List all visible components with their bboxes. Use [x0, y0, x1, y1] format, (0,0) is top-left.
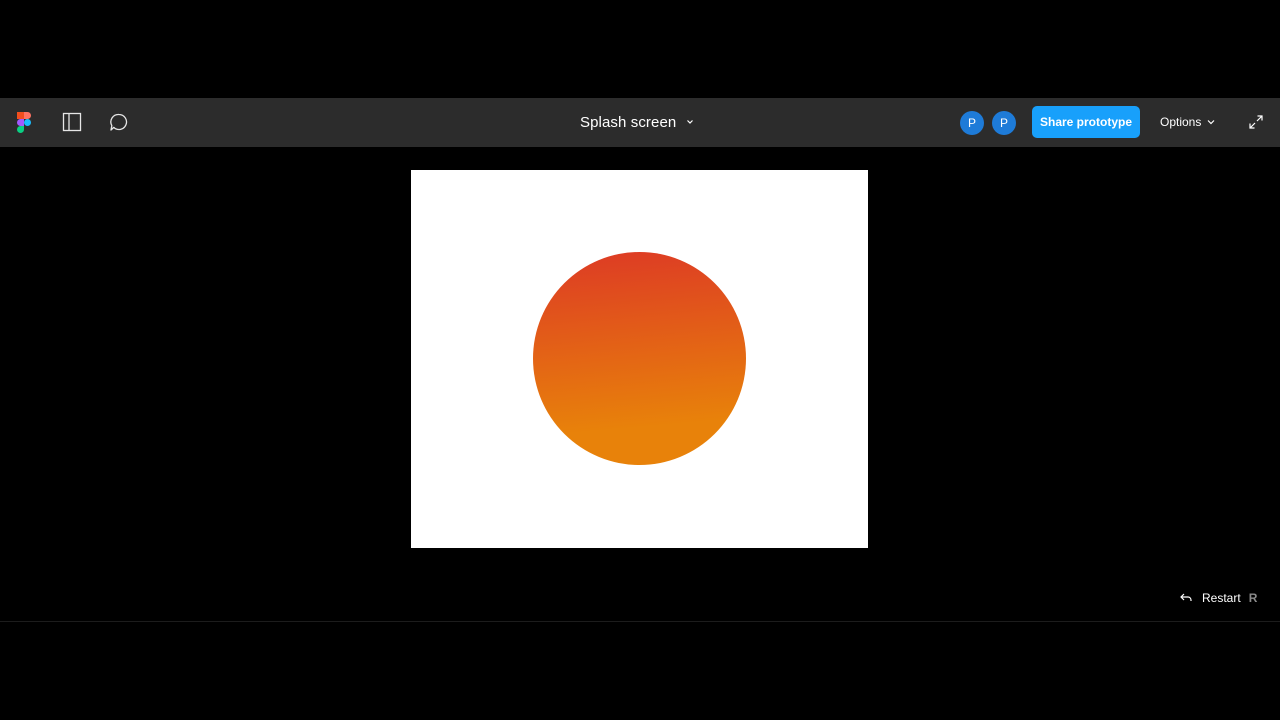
- sidebar-panel-icon[interactable]: [60, 110, 84, 134]
- chevron-down-icon: [1207, 120, 1215, 125]
- splash-screen-frame[interactable]: [411, 170, 868, 548]
- restart-shortcut: R: [1248, 591, 1258, 605]
- prototype-viewer: Splash screen P P Share prototype Option…: [0, 0, 1280, 720]
- figma-logo-icon[interactable]: [12, 110, 36, 134]
- options-label: Options: [1160, 115, 1202, 129]
- prototype-title-dropdown[interactable]: Splash screen: [580, 110, 694, 134]
- comment-bubble-icon[interactable]: [107, 110, 131, 134]
- options-dropdown[interactable]: Options: [1160, 110, 1215, 134]
- bottom-divider: [0, 621, 1280, 622]
- prototype-title: Splash screen: [580, 113, 677, 131]
- share-prototype-button[interactable]: Share prototype: [1032, 106, 1140, 138]
- expand-icon[interactable]: [1244, 110, 1268, 134]
- avatar[interactable]: P: [960, 111, 984, 135]
- undo-arrow-icon: [1180, 593, 1192, 601]
- chevron-down-icon: [687, 120, 694, 124]
- gradient-circle: [533, 252, 746, 465]
- restart-label: Restart: [1202, 591, 1241, 605]
- avatar[interactable]: P: [992, 111, 1016, 135]
- restart-button[interactable]: Restart R: [1178, 588, 1257, 608]
